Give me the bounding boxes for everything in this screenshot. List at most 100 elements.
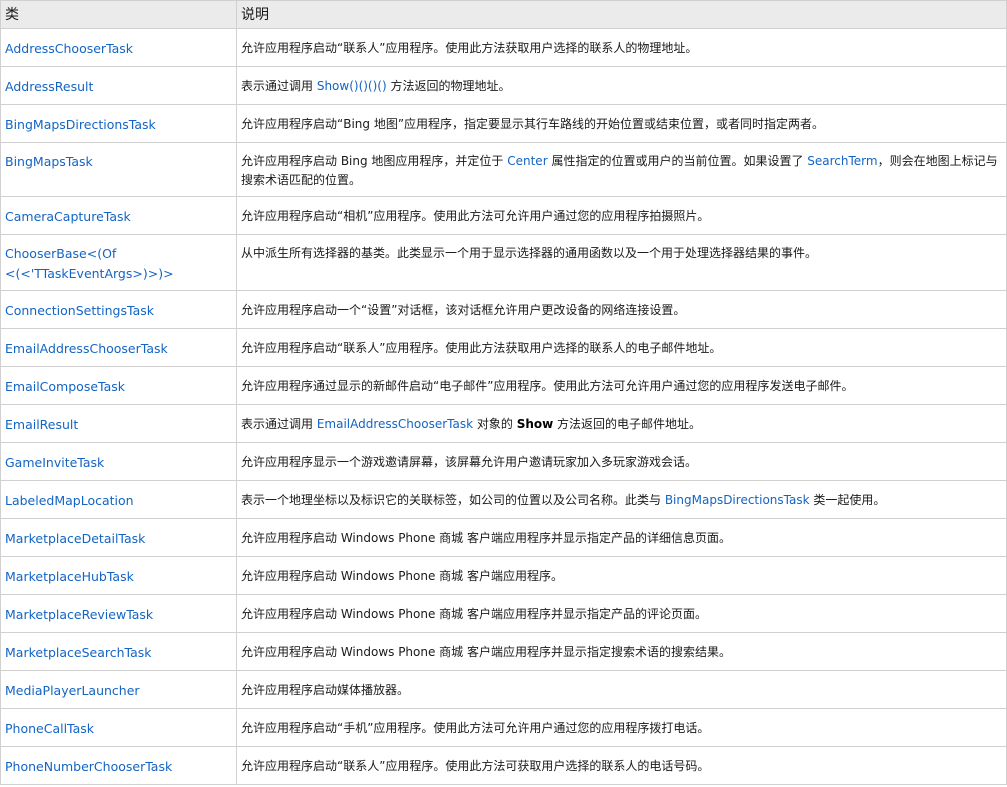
description-cell: 允许应用程序启动 Windows Phone 商城 客户端应用程序并显示指定搜索…	[236, 632, 1007, 671]
description-text: 允许应用程序启动 Windows Phone 商城 客户端应用程序并显示指定产品…	[241, 531, 731, 545]
table-row: EmailResult 表示通过调用 EmailAddressChooserTas…	[0, 404, 1007, 443]
description-text: 属性指定的位置或用户的当前位置。如果设置了	[547, 154, 808, 168]
class-table: 类 说明 AddressChooserTask 允许应用程序启动“联系人”应用程序…	[0, 0, 1007, 785]
description-cell: 允许应用程序启动“手机”应用程序。使用此方法可允许用户通过您的应用程序拨打电话。	[236, 708, 1007, 747]
class-link[interactable]: BingMapsTask	[5, 154, 93, 169]
description-cell: 允许应用程序启动“相机”应用程序。使用此方法可允许用户通过您的应用程序拍摄照片。	[236, 196, 1007, 235]
class-name-cell: BingMapsDirectionsTask	[0, 104, 237, 143]
class-name-cell: AddressResult	[0, 66, 237, 105]
table-row: MediaPlayerLauncher 允许应用程序启动媒体播放器。	[0, 670, 1007, 709]
class-link[interactable]: BingMapsDirectionsTask	[5, 117, 156, 132]
table-row: PhoneCallTask 允许应用程序启动“手机”应用程序。使用此方法可允许用户…	[0, 708, 1007, 747]
table-body: AddressChooserTask 允许应用程序启动“联系人”应用程序。使用此方…	[0, 28, 1007, 785]
table-row: ChooserBase<(Of <(<'TTaskEventArgs>)>)> 从…	[0, 234, 1007, 291]
table-row: AddressResult 表示通过调用 Show()()()() 方法返回的物理…	[0, 66, 1007, 105]
class-link[interactable]: EmailComposeTask	[5, 379, 125, 394]
description-text: 允许应用程序启动“手机”应用程序。使用此方法可允许用户通过您的应用程序拨打电话。	[241, 721, 710, 735]
description-cell: 允许应用程序启动 Windows Phone 商城 客户端应用程序并显示指定产品…	[236, 594, 1007, 633]
description-cell: 表示一个地理坐标以及标识它的关联标签，如公司的位置以及公司名称。此类与 Bing…	[236, 480, 1007, 519]
inline-reference-link[interactable]: Show()()()()	[317, 79, 387, 93]
description-cell: 表示通过调用 Show()()()() 方法返回的物理地址。	[236, 66, 1007, 105]
inline-reference-link[interactable]: BingMapsDirectionsTask	[665, 493, 810, 507]
inline-reference-link[interactable]: EmailAddressChooserTask	[317, 417, 473, 431]
description-text: 允许应用程序启动一个“设置”对话框，该对话框允许用户更改设备的网络连接设置。	[241, 303, 686, 317]
table-row: MarketplaceSearchTask 允许应用程序启动 Windows Ph…	[0, 632, 1007, 671]
class-link[interactable]: PhoneNumberChooserTask	[5, 759, 172, 774]
table-row: CameraCaptureTask 允许应用程序启动“相机”应用程序。使用此方法可…	[0, 196, 1007, 235]
class-name-cell: PhoneNumberChooserTask	[0, 746, 237, 785]
description-text: 允许应用程序显示一个游戏邀请屏幕，该屏幕允许用户邀请玩家加入多玩家游戏会话。	[241, 455, 698, 469]
class-link[interactable]: EmailResult	[5, 417, 78, 432]
class-name-cell: MarketplaceSearchTask	[0, 632, 237, 671]
class-name-cell: MarketplaceReviewTask	[0, 594, 237, 633]
table-row: GameInviteTask 允许应用程序显示一个游戏邀请屏幕，该屏幕允许用户邀请…	[0, 442, 1007, 481]
description-cell: 允许应用程序启动“联系人”应用程序。使用此方法获取用户选择的联系人的电子邮件地址…	[236, 328, 1007, 367]
description-text: 允许应用程序启动 Windows Phone 商城 客户端应用程序。	[241, 569, 563, 583]
class-link[interactable]: MarketplaceHubTask	[5, 569, 134, 584]
description-cell: 允许应用程序启动一个“设置”对话框，该对话框允许用户更改设备的网络连接设置。	[236, 290, 1007, 329]
table-row: EmailAddressChooserTask 允许应用程序启动“联系人”应用程序…	[0, 328, 1007, 367]
description-text: 方法返回的电子邮件地址。	[553, 417, 702, 431]
description-text: 允许应用程序启动 Bing 地图应用程序，并定位于	[241, 154, 508, 168]
class-name-cell: ChooserBase<(Of <(<'TTaskEventArgs>)>)>	[0, 234, 237, 291]
class-name-cell: MediaPlayerLauncher	[0, 670, 237, 709]
class-name-cell: PhoneCallTask	[0, 708, 237, 747]
description-text: 对象的	[473, 417, 517, 431]
table-row: MarketplaceDetailTask 允许应用程序启动 Windows Ph…	[0, 518, 1007, 557]
class-name-cell: MarketplaceDetailTask	[0, 518, 237, 557]
class-name-cell: CameraCaptureTask	[0, 196, 237, 235]
description-cell: 允许应用程序启动媒体播放器。	[236, 670, 1007, 709]
description-cell: 从中派生所有选择器的基类。此类显示一个用于显示选择器的通用函数以及一个用于处理选…	[236, 234, 1007, 291]
column-header-class: 类	[0, 0, 237, 29]
description-text: 允许应用程序启动“Bing 地图”应用程序，指定要显示其行车路线的开始位置或结束…	[241, 117, 825, 131]
description-text: 允许应用程序启动“相机”应用程序。使用此方法可允许用户通过您的应用程序拍摄照片。	[241, 209, 710, 223]
class-link[interactable]: LabeledMapLocation	[5, 493, 134, 508]
class-link[interactable]: AddressChooserTask	[5, 41, 133, 56]
table-row: BingMapsDirectionsTask 允许应用程序启动“Bing 地图”应…	[0, 104, 1007, 143]
description-cell: 允许应用程序启动“联系人”应用程序。使用此方法可获取用户选择的联系人的电话号码。	[236, 746, 1007, 785]
class-name-cell: ConnectionSettingsTask	[0, 290, 237, 329]
description-text: 允许应用程序启动“联系人”应用程序。使用此方法获取用户选择的联系人的物理地址。	[241, 41, 698, 55]
class-link[interactable]: ConnectionSettingsTask	[5, 303, 154, 318]
description-cell: 允许应用程序启动 Windows Phone 商城 客户端应用程序并显示指定产品…	[236, 518, 1007, 557]
class-name-cell: EmailComposeTask	[0, 366, 237, 405]
class-name-cell: LabeledMapLocation	[0, 480, 237, 519]
inline-reference-link[interactable]: SearchTerm	[807, 154, 877, 168]
class-name-cell: GameInviteTask	[0, 442, 237, 481]
class-link[interactable]: AddressResult	[5, 79, 93, 94]
class-name-cell: MarketplaceHubTask	[0, 556, 237, 595]
description-text: 允许应用程序启动媒体播放器。	[241, 683, 410, 697]
inline-reference-link[interactable]: Center	[507, 154, 547, 168]
class-link[interactable]: GameInviteTask	[5, 455, 104, 470]
description-text: 允许应用程序启动 Windows Phone 商城 客户端应用程序并显示指定产品…	[241, 607, 707, 621]
table-row: AddressChooserTask 允许应用程序启动“联系人”应用程序。使用此方…	[0, 28, 1007, 67]
description-cell: 表示通过调用 EmailAddressChooserTask 对象的 Show …	[236, 404, 1007, 443]
class-link[interactable]: EmailAddressChooserTask	[5, 341, 168, 356]
table-header-row: 类 说明	[0, 0, 1007, 29]
class-link[interactable]: MarketplaceSearchTask	[5, 645, 152, 660]
description-cell: 允许应用程序启动 Bing 地图应用程序，并定位于 Center 属性指定的位置…	[236, 142, 1007, 197]
description-text: 表示通过调用	[241, 79, 317, 93]
table-row: PhoneNumberChooserTask 允许应用程序启动“联系人”应用程序。…	[0, 746, 1007, 785]
table-row: MarketplaceHubTask 允许应用程序启动 Windows Phone…	[0, 556, 1007, 595]
class-name-cell: EmailAddressChooserTask	[0, 328, 237, 367]
description-text: 允许应用程序启动 Windows Phone 商城 客户端应用程序并显示指定搜索…	[241, 645, 731, 659]
description-text: 允许应用程序通过显示的新邮件启动“电子邮件”应用程序。使用此方法可允许用户通过您…	[241, 379, 854, 393]
class-link[interactable]: MediaPlayerLauncher	[5, 683, 140, 698]
description-cell: 允许应用程序启动“Bing 地图”应用程序，指定要显示其行车路线的开始位置或结束…	[236, 104, 1007, 143]
class-link[interactable]: ChooserBase<(Of <(<'TTaskEventArgs>)>)>	[5, 246, 174, 281]
table-row: BingMapsTask 允许应用程序启动 Bing 地图应用程序，并定位于 Ce…	[0, 142, 1007, 197]
description-text: 允许应用程序启动“联系人”应用程序。使用此方法获取用户选择的联系人的电子邮件地址…	[241, 341, 722, 355]
description-cell: 允许应用程序启动 Windows Phone 商城 客户端应用程序。	[236, 556, 1007, 595]
class-link[interactable]: PhoneCallTask	[5, 721, 94, 736]
class-link[interactable]: MarketplaceDetailTask	[5, 531, 145, 546]
table-row: LabeledMapLocation 表示一个地理坐标以及标识它的关联标签，如公司…	[0, 480, 1007, 519]
description-text: 表示通过调用	[241, 417, 317, 431]
description-text: 类一起使用。	[809, 493, 886, 507]
description-cell: 允许应用程序通过显示的新邮件启动“电子邮件”应用程序。使用此方法可允许用户通过您…	[236, 366, 1007, 405]
class-link[interactable]: CameraCaptureTask	[5, 209, 131, 224]
class-name-cell: EmailResult	[0, 404, 237, 443]
description-text: 表示一个地理坐标以及标识它的关联标签，如公司的位置以及公司名称。此类与	[241, 493, 665, 507]
class-link[interactable]: MarketplaceReviewTask	[5, 607, 153, 622]
class-name-cell: AddressChooserTask	[0, 28, 237, 67]
